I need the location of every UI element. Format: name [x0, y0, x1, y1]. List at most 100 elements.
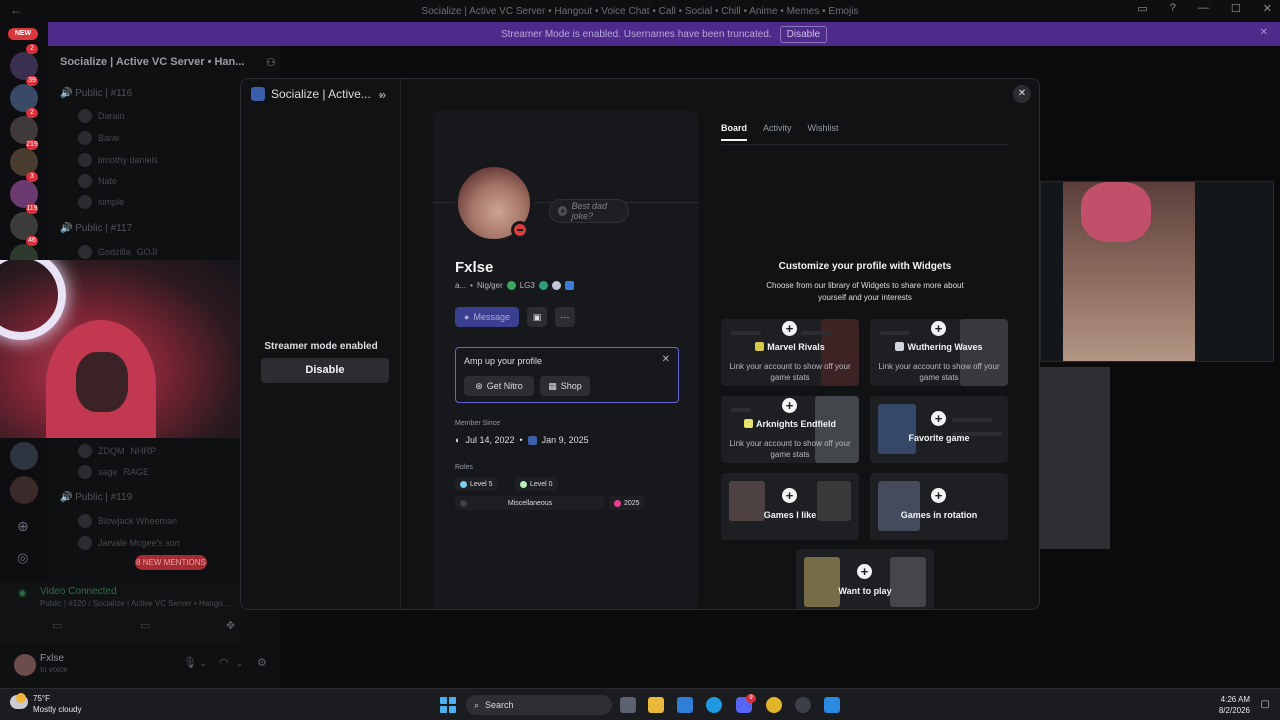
add-widget-icon[interactable]: + — [931, 488, 946, 503]
add-widget-icon[interactable]: + — [931, 321, 946, 336]
new-mentions-pill[interactable]: 8 NEW MENTIONS — [135, 555, 207, 570]
voice-member[interactable]: sage RAGE — [78, 465, 149, 479]
invite-people-icon[interactable]: ⚇ — [266, 56, 276, 69]
server-selector-label: Socialize | Active... — [271, 87, 371, 101]
voice-status[interactable]: Video Connected — [40, 586, 117, 597]
badge-icon[interactable] — [551, 281, 561, 290]
voice-member[interactable]: Godzilla GOJI — [78, 245, 158, 259]
snipping-tool-icon[interactable] — [824, 697, 840, 713]
voice-member[interactable]: ZDQM NHRP — [78, 444, 156, 458]
message-button[interactable]: ● Message — [455, 307, 519, 327]
task-view-icon[interactable] — [620, 697, 636, 713]
settings-gear-icon[interactable]: ⚙ — [257, 656, 267, 669]
add-widget-icon[interactable]: + — [857, 564, 872, 579]
close-modal-button[interactable]: ✕ — [1013, 85, 1031, 103]
role-pill[interactable]: Level 5 — [455, 477, 498, 491]
widget-want-to-play[interactable]: + Want to play — [796, 549, 934, 609]
windows-start-icon[interactable] — [440, 697, 456, 713]
file-explorer-icon[interactable] — [648, 697, 664, 713]
notification-bell-icon[interactable]: ▢ — [1261, 699, 1270, 710]
voice-member[interactable]: simple — [78, 195, 124, 209]
banner-close-icon[interactable]: ✕ — [1260, 27, 1268, 38]
widget-games-in-rotation[interactable]: + Games in rotation — [870, 473, 1008, 540]
chrome-icon[interactable] — [766, 697, 782, 713]
modal-side-panel: Socialize | Active... ⌄ » Streamer mode … — [241, 79, 401, 609]
screen-share-icon[interactable]: ▭ — [140, 619, 150, 632]
maximize-button[interactable]: ☐ — [1231, 2, 1241, 15]
member-since-label: Member Since — [455, 420, 501, 427]
new-badge: NEW — [8, 28, 38, 40]
voice-channel[interactable]: 🔊 Public | #119 — [60, 492, 132, 503]
role-pill[interactable]: Level 0 — [515, 477, 558, 491]
collapse-panel-icon[interactable]: » — [379, 87, 386, 102]
voice-member[interactable]: Blowjack Wheeman — [78, 514, 177, 528]
back-arrow-icon[interactable]: ← — [10, 3, 22, 17]
widget-arknights-endfield[interactable]: + Arknights Endfield Link your account t… — [721, 396, 859, 463]
store-icon[interactable] — [677, 697, 693, 713]
voice-member[interactable]: Barai — [78, 131, 119, 145]
voice-channel-path[interactable]: Public | #120 / Socialize | Active VC Se… — [40, 599, 229, 608]
inbox-icon[interactable]: ▭ — [1137, 2, 1147, 15]
shop-button[interactable]: ▦ Shop — [540, 376, 590, 396]
voice-member[interactable]: timothy daniels — [78, 153, 158, 167]
user-name[interactable]: Fxlse — [40, 653, 64, 664]
badge-icon[interactable] — [564, 281, 574, 290]
weather-temperature[interactable]: 75°F — [33, 694, 50, 703]
voice-member[interactable]: Nate — [78, 174, 117, 188]
role-pill[interactable]: 2025 — [609, 496, 645, 510]
widget-games-i-like[interactable]: + Games I like — [721, 473, 859, 540]
guild-tag[interactable]: LG3 — [520, 281, 535, 290]
streamer-mode-text: Streamer Mode is enabled. Usernames have… — [500, 28, 772, 40]
server-name[interactable]: Socialize | Active VC Server • Han... — [60, 56, 244, 68]
badge-icon[interactable] — [538, 281, 548, 290]
custom-status-bubble[interactable]: + Best dad joke? — [549, 199, 629, 223]
gift-button[interactable]: ▣ — [527, 307, 547, 327]
amp-close-icon[interactable]: ✕ — [662, 354, 670, 365]
discover-icon[interactable]: ◎ — [17, 550, 28, 566]
widget-wuthering-waves[interactable]: + Wuthering Waves Link your account to s… — [870, 319, 1008, 386]
video-stream-tile[interactable] — [1040, 367, 1110, 549]
weather-condition[interactable]: Mostly cloudy — [33, 705, 81, 714]
taskbar-search[interactable]: ⌕ Search — [466, 695, 612, 715]
system-clock[interactable]: 4:26 AM 8/2/2026 — [1219, 694, 1250, 716]
chevron-down-icon[interactable]: ⌄ — [200, 659, 207, 668]
server-selector[interactable]: Socialize | Active... ⌄ — [251, 87, 385, 101]
voice-member[interactable]: Jarvale Mcgee's son — [78, 536, 180, 550]
more-options-button[interactable]: ··· — [555, 307, 575, 327]
close-window-button[interactable]: ✕ — [1263, 2, 1272, 15]
add-widget-icon[interactable]: + — [782, 398, 797, 413]
add-widget-icon[interactable]: + — [782, 321, 797, 336]
streamer-disable-button[interactable]: Disable — [261, 358, 389, 383]
banner-disable-button[interactable]: Disable — [779, 25, 828, 43]
activities-icon[interactable]: ✥ — [226, 619, 235, 632]
get-nitro-button[interactable]: ⊛ Get Nitro — [464, 376, 534, 396]
chevron-down-icon[interactable]: ⌄ — [236, 659, 243, 668]
widget-favorite-game[interactable]: + Favorite game — [870, 396, 1008, 463]
voice-channel[interactable]: 🔊 Public | #117 — [60, 223, 132, 234]
tabs-divider — [721, 144, 1009, 145]
voice-channel[interactable]: 🔊 Public | #116 — [60, 88, 132, 99]
voice-member[interactable]: Darain — [78, 109, 125, 123]
add-widget-icon[interactable]: + — [931, 411, 946, 426]
microphone-icon[interactable]: 🎙 — [183, 656, 197, 669]
minimize-button[interactable]: — — [1198, 2, 1209, 15]
tab-activity[interactable]: Activity — [763, 123, 792, 141]
help-icon[interactable]: ? — [1170, 2, 1176, 15]
add-server-icon[interactable]: ⊕ — [17, 518, 29, 535]
widget-marvel-rivals[interactable]: + Marvel Rivals Link your account to sho… — [721, 319, 859, 386]
server-icon[interactable] — [10, 476, 38, 504]
camera-icon[interactable]: ▭ — [52, 619, 62, 632]
placeholder-line — [952, 418, 992, 422]
tab-board[interactable]: Board — [721, 123, 748, 141]
role-pill[interactable]: Miscellaneous — [455, 496, 605, 510]
user-avatar[interactable] — [14, 654, 36, 676]
edge-icon[interactable] — [706, 697, 722, 713]
window-title: Socialize | Active VC Server • Hangout •… — [421, 5, 859, 17]
message-button-label: Message — [473, 312, 510, 322]
app-icon[interactable] — [795, 697, 811, 713]
server-icon[interactable] — [10, 442, 38, 470]
headphones-icon[interactable]: ◠ — [219, 656, 229, 669]
video-stream-tile[interactable] — [1040, 181, 1274, 362]
tab-wishlist[interactable]: Wishlist — [808, 123, 839, 141]
add-widget-icon[interactable]: + — [782, 488, 797, 503]
